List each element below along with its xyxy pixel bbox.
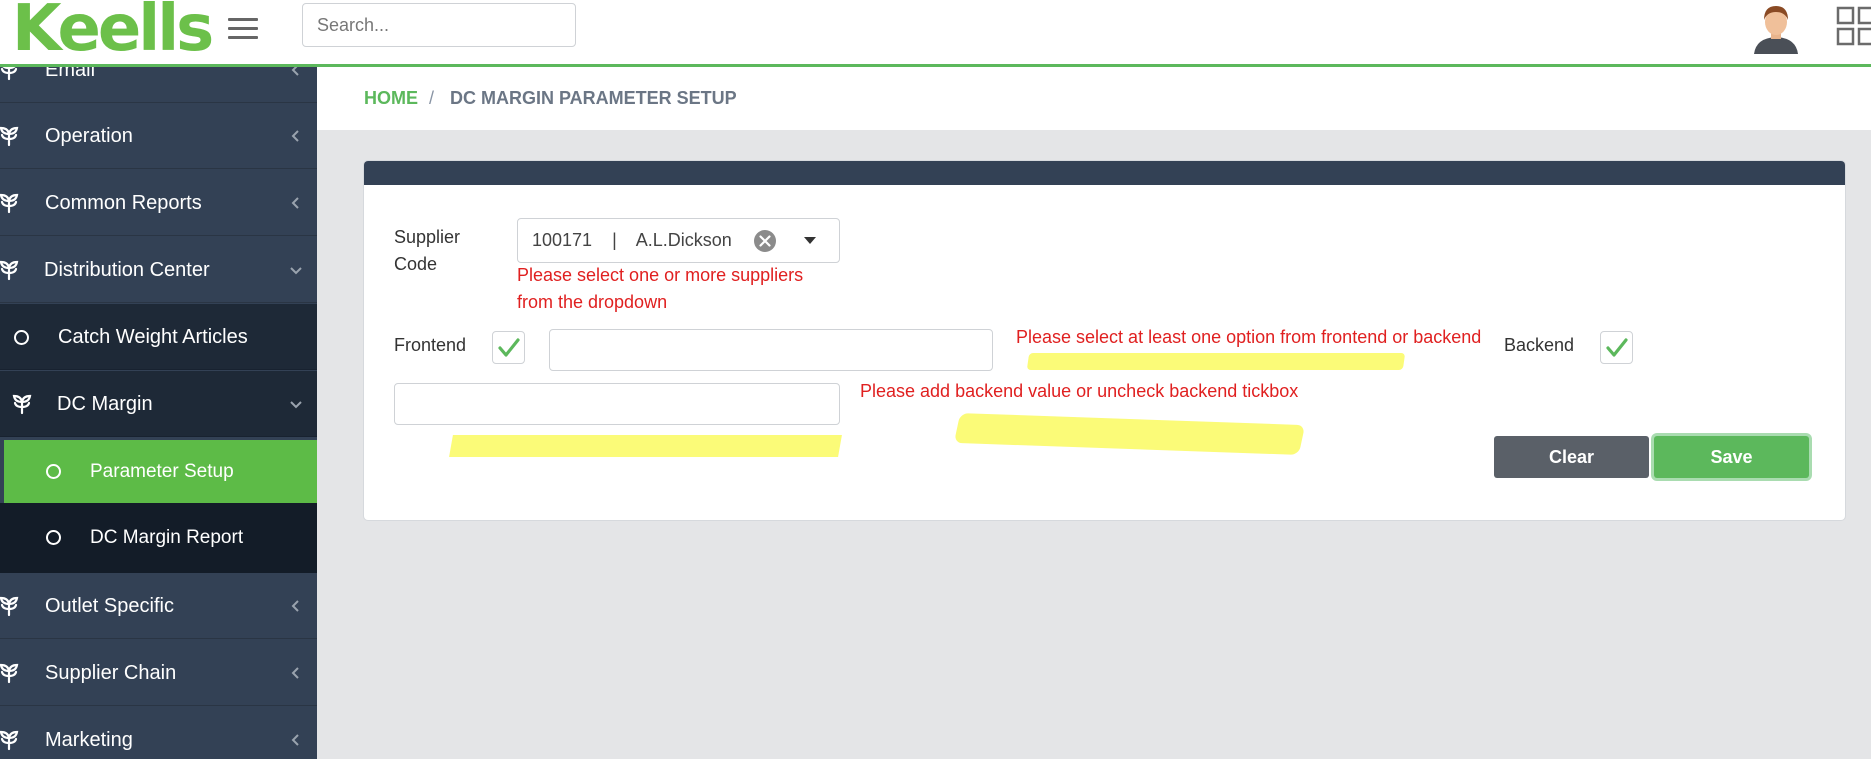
chevron-left-icon — [291, 667, 299, 679]
search-input[interactable] — [302, 3, 576, 47]
leaf-icon — [12, 394, 32, 415]
parameter-setup-panel: Supplier Code 100171 | A.L.Dickson Pleas… — [363, 160, 1846, 521]
leaf-icon — [0, 193, 19, 214]
leaf-icon — [0, 663, 19, 684]
keells-logo[interactable]: Keells — [12, 0, 214, 64]
sidebar-item-label: Marketing — [45, 729, 133, 751]
leaf-icon — [0, 260, 19, 281]
supplier-selected-value: 100171 | A.L.Dickson — [532, 230, 732, 250]
sidebar-item-label: Common Reports — [45, 192, 202, 214]
highlight-mark — [1026, 353, 1406, 370]
checkmark-icon — [498, 338, 520, 357]
clear-selection-icon[interactable] — [753, 229, 777, 253]
circle-icon — [46, 530, 61, 545]
sidebar-item-label: Supplier Chain — [45, 662, 177, 684]
highlight-mark — [449, 435, 842, 457]
supplier-error-line2: from the dropdown — [517, 292, 668, 312]
leaf-icon — [0, 126, 19, 147]
chevron-left-icon — [291, 197, 299, 209]
leaf-icon — [0, 596, 19, 617]
sidebar: Email Operation Common Reports Distribut… — [0, 67, 317, 759]
sidebar-item-email[interactable]: Email — [0, 67, 317, 103]
clear-button[interactable]: Clear — [1494, 436, 1649, 478]
sidebar-item-supplier-chain[interactable]: Supplier Chain — [0, 640, 317, 706]
chevron-down-icon — [290, 401, 302, 409]
circle-icon — [46, 464, 61, 479]
sidebar-item-label: Outlet Specific — [45, 595, 174, 617]
backend-label: Backend — [1504, 335, 1575, 355]
page-title: DC MARGIN PARAMETER SETUP — [450, 88, 737, 108]
sidebar-item-label: DC Margin Report — [90, 527, 244, 548]
highlight-mark — [953, 413, 1306, 455]
sidebar-item-dc-margin[interactable]: DC Margin — [0, 371, 317, 437]
sidebar-item-label: DC Margin — [57, 393, 153, 415]
backend-value-input[interactable] — [394, 383, 840, 425]
save-button[interactable]: Save — [1654, 436, 1809, 478]
sidebar-item-operation[interactable]: Operation — [0, 103, 317, 169]
frontend-label: Frontend — [394, 335, 467, 355]
chevron-down-icon — [290, 267, 302, 275]
sidebar-item-distribution-center[interactable]: Distribution Center — [0, 237, 317, 303]
frontend-checkbox[interactable] — [492, 331, 525, 364]
sidebar-item-label: Distribution Center — [44, 259, 210, 281]
chevron-left-icon — [291, 734, 299, 746]
breadcrumb-home-link[interactable]: HOME — [364, 67, 418, 130]
dropdown-caret-icon[interactable] — [804, 237, 816, 245]
option-error-message: Please select at least one option from f… — [1016, 327, 1482, 347]
supplier-code-label-line2: Code — [394, 254, 438, 274]
supplier-code-select[interactable]: 100171 | A.L.Dickson — [517, 218, 840, 263]
breadcrumb-separator: / — [429, 88, 435, 108]
apps-grid-icon[interactable] — [1836, 6, 1871, 46]
backend-checkbox[interactable] — [1600, 331, 1633, 364]
sidebar-item-dc-margin-report[interactable]: DC Margin Report — [0, 503, 317, 573]
checkmark-icon — [1606, 338, 1628, 357]
sidebar-item-marketing[interactable]: Marketing — [0, 707, 317, 759]
leaf-icon — [0, 730, 19, 751]
sidebar-item-label: Parameter Setup — [90, 461, 234, 482]
supplier-error-line1: Please select one or more suppliers — [517, 265, 804, 285]
sidebar-item-catch-weight-articles[interactable]: Catch Weight Articles — [0, 304, 317, 370]
supplier-code-label-line1: Supplier — [394, 227, 461, 247]
circle-icon — [14, 330, 29, 345]
sidebar-item-outlet-specific[interactable]: Outlet Specific — [0, 573, 317, 639]
breadcrumb: HOME / DC MARGIN PARAMETER SETUP — [317, 67, 1871, 130]
backend-error-message: Please add backend value or uncheck back… — [860, 381, 1299, 401]
chevron-left-icon — [291, 67, 299, 76]
frontend-value-input[interactable] — [549, 329, 993, 371]
chevron-left-icon — [291, 130, 299, 142]
user-avatar[interactable] — [1748, 0, 1804, 56]
sidebar-item-label: Email — [45, 67, 96, 81]
panel-header — [364, 161, 1845, 185]
top-bar: Keells — [0, 0, 1871, 67]
sidebar-item-label: Operation — [45, 125, 133, 147]
sidebar-item-parameter-setup[interactable]: Parameter Setup — [4, 440, 317, 503]
menu-toggle-icon[interactable] — [228, 14, 258, 40]
chevron-left-icon — [291, 600, 299, 612]
leaf-icon — [0, 67, 18, 81]
sidebar-item-label: Catch Weight Articles — [58, 326, 248, 348]
sidebar-item-common-reports[interactable]: Common Reports — [0, 170, 317, 236]
